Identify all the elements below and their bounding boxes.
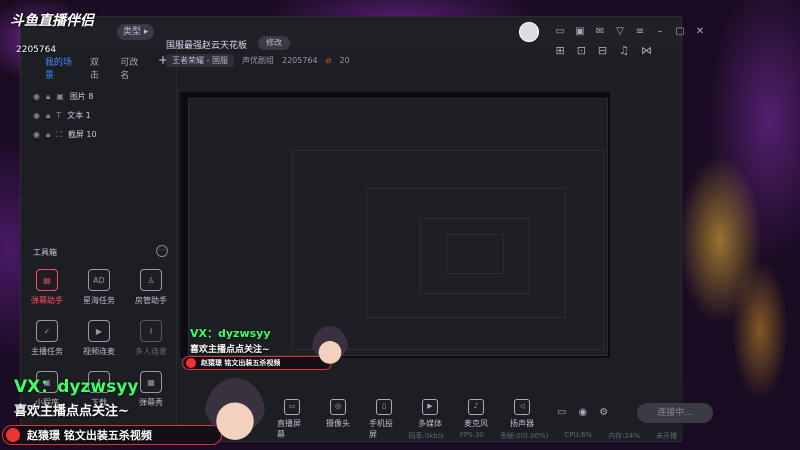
type-button[interactable]: 类型 ▸ (117, 24, 155, 40)
source-item[interactable]: ◉ 🔒︎ T 文本 1 (21, 106, 176, 125)
text-icon: T (56, 111, 62, 120)
source-label: 图片 8 (69, 92, 94, 101)
barrage-icon: ▤ (36, 269, 58, 291)
show-icon: ▦ (140, 371, 162, 393)
source-list: ◉ 🔒︎ ▣ 图片 8 ◉ 🔒︎ T 文本 1 ◉ 🔒︎ ⛶ 截屏 10 (21, 87, 176, 144)
tab-rename[interactable]: 可改名 (120, 55, 142, 81)
bell-icon[interactable]: ♫ (619, 44, 629, 57)
eye-icon[interactable]: ◉ (33, 130, 40, 139)
bottom-label: 摄像头 (326, 419, 350, 428)
status-fps: FPS:30 (459, 431, 484, 439)
ad-icon: AD (88, 269, 110, 291)
app-logo: 斗鱼直播伴侣 (10, 13, 94, 29)
preview-eye-icon[interactable]: ◉ (578, 407, 587, 418)
maximize-icon[interactable]: ▢ (673, 25, 687, 39)
gift-icon[interactable]: ⊞ (555, 44, 564, 57)
settings-gear-icon[interactable]: ⚙ (599, 407, 608, 418)
eye-icon[interactable]: ◉ (33, 111, 40, 120)
lock-open-icon[interactable]: ⊡ (577, 44, 586, 57)
phone-icon: ▯ (376, 399, 392, 415)
weibo-icon (186, 358, 196, 368)
viewer-icon: 🔥︎ (325, 55, 332, 65)
source-item[interactable]: ◉ 🔒︎ ▣ 图片 8 (21, 87, 176, 106)
weibo-icon (6, 428, 20, 442)
room-title: 国服最强赵云天花板 (166, 41, 248, 51)
tool-label: 弹幕秀 (139, 398, 163, 407)
weibo-overlay: 赵猿璟 铭文出装五杀视频 (2, 425, 222, 445)
bottom-right-icons: ▭ ◉ ⚙ (557, 407, 608, 418)
toolbox-header: 工具箱 (33, 248, 57, 257)
room-number: 2205764 (16, 45, 57, 55)
source-item[interactable]: ◉ 🔒︎ ⛶ 截屏 10 (21, 125, 176, 144)
tool-multi-link[interactable]: ⬇ 多人连麦 (125, 320, 177, 357)
game-category[interactable]: 王者荣耀 - 国服 (166, 54, 234, 67)
media-icon: ▶ (422, 399, 438, 415)
source-label: 截屏 10 (67, 130, 97, 139)
tool-video-link[interactable]: ▶ 视频连麦 (73, 320, 125, 357)
weibo-text: 赵猿璟 铭文出装五杀视频 (201, 359, 281, 367)
tool-label: 房管助手 (135, 296, 167, 305)
tool-label: 星海任务 (83, 296, 115, 305)
more-icon[interactable]: ··· (156, 245, 168, 257)
bottom-label: 麦克风 (464, 419, 488, 428)
weibo-text: 赵猿璟 铭文出装五杀视频 (27, 429, 152, 442)
room-meta: 王者荣耀 - 国服 声优剧组 2205764 🔥︎ 20 (166, 54, 350, 67)
tool-barrage[interactable]: ▤ 弹幕助手 (21, 269, 73, 306)
viewer-count: 20 (339, 56, 350, 65)
header-icons: ⊞ ⊡ ⊟ ♫ ⋈ (555, 44, 652, 57)
tool-label: 弹幕助手 (31, 296, 63, 305)
follow-overlay-nested: 喜欢主播点点关注~ (190, 345, 270, 355)
follow-overlay: 喜欢主播点点关注~ (14, 404, 129, 419)
tab-my-scene[interactable]: 我的场景 (45, 55, 74, 81)
tool-admin[interactable]: ♙ 房管助手 (125, 269, 177, 306)
tab-double-click[interactable]: 双击 (90, 55, 104, 81)
status-mem: 内存:24% (608, 432, 640, 440)
source-label: 文本 1 (67, 111, 91, 120)
status-live: 未开播 (656, 432, 677, 440)
tool-anchor-task[interactable]: ✓ 主播任务 (21, 320, 73, 357)
share-icon[interactable]: ⋈ (641, 44, 652, 57)
edit-title-button[interactable]: 修改 (258, 36, 290, 50)
screen-icon: ▭ (284, 399, 300, 415)
multi-icon: ⬇ (140, 320, 162, 342)
mic-icon: ♪ (468, 399, 484, 415)
record-icon[interactable]: ▭ (557, 407, 566, 418)
lock-icon[interactable]: 🔒︎ (46, 92, 50, 102)
image-icon: ▣ (56, 92, 64, 101)
vx-overlay-nested: VX：dyzwsyy (190, 327, 271, 340)
chibi-character-nested (312, 326, 348, 370)
video-icon: ▶ (88, 320, 110, 342)
status-bitrate: 码率:0kb/s (408, 432, 444, 440)
bottom-label: 扬声器 (510, 419, 534, 428)
category-tag: 声优剧组 (241, 56, 274, 65)
admin-icon: ♙ (140, 269, 162, 291)
tool-label: 主播任务 (31, 347, 63, 356)
status-drop: 丢帧:0(0.00%) (499, 432, 549, 440)
room-id: 2205764 (281, 56, 318, 65)
camera-icon: ◎ (330, 399, 346, 415)
chibi-character (205, 378, 265, 450)
status-cpu: CPU:6% (564, 431, 593, 439)
room-header: 国服最强赵云天花板 修改 王者荣耀 - 国服 声优剧组 2205764 🔥︎ 2… (166, 36, 656, 84)
eye-icon[interactable]: ◉ (33, 92, 40, 101)
vx-overlay: VX：dyzwsyy (14, 377, 139, 397)
task-icon: ✓ (36, 320, 58, 342)
bottom-label: 多媒体 (418, 419, 442, 428)
close-icon[interactable]: ✕ (693, 25, 707, 39)
tool-ad-task[interactable]: AD 星海任务 (73, 269, 125, 306)
stream-preview[interactable] (180, 92, 610, 358)
tool-label: 视频连麦 (83, 347, 115, 356)
weibo-overlay-nested: 赵猿璟 铭文出装五杀视频 (182, 356, 332, 370)
start-live-button[interactable]: 连接中... (637, 403, 713, 423)
nested-window (446, 234, 504, 274)
speaker-icon: ◁ (514, 399, 530, 415)
lock-icon[interactable]: ⊟ (598, 44, 607, 57)
lock-icon[interactable]: 🔒︎ (46, 130, 50, 140)
lock-icon[interactable]: 🔒︎ (46, 111, 50, 121)
screenshot-icon: ⛶ (56, 129, 62, 139)
tool-label: 多人连麦 (135, 347, 167, 356)
